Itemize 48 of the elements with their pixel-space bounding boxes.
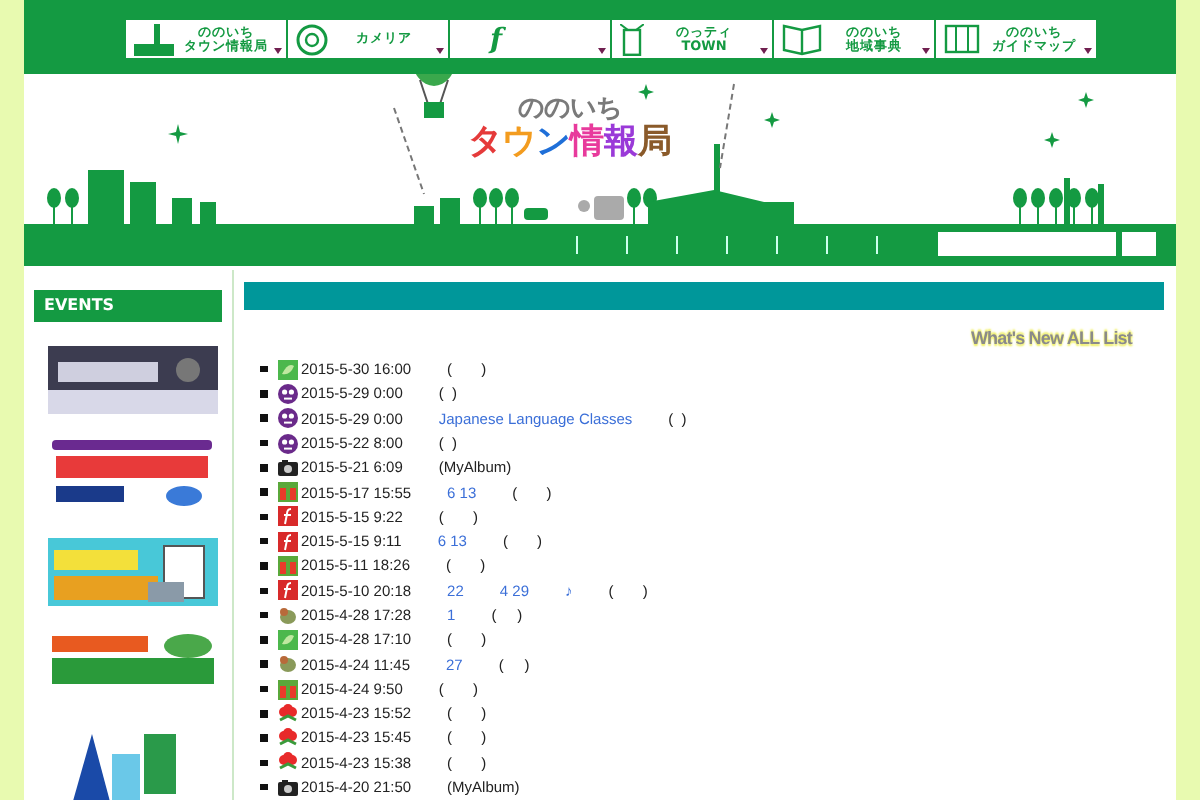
f-icon: [277, 506, 297, 527]
bird-icon: [277, 654, 297, 675]
camellia-icon: [277, 703, 297, 724]
bullet-icon: [260, 660, 267, 668]
dropdown-caret-icon: [922, 48, 930, 54]
bullet-icon: [260, 488, 267, 496]
dropdown-caret-icon: [436, 48, 444, 54]
bullet-icon: [260, 414, 267, 422]
bullet-icon: [260, 464, 267, 472]
bird-icon: [277, 605, 297, 626]
site-logo[interactable]: ののいち タ ウ ン情報局: [468, 94, 672, 160]
dropdown-caret-icon: [598, 48, 606, 54]
f-icon: [277, 580, 297, 601]
dropdown-caret-icon: [274, 48, 282, 54]
camera-icon: [277, 457, 297, 478]
bullet-icon: [260, 537, 267, 545]
bullet-icon: [260, 636, 267, 644]
bullet-icon: [260, 685, 267, 693]
bullet-icon: [260, 439, 267, 447]
bullet-icon: [260, 365, 267, 373]
bullet-icon: [260, 759, 267, 767]
dropdown-caret-icon: [760, 48, 768, 54]
bullet-icon: [260, 710, 267, 718]
dropdown-caret-icon: [1084, 48, 1092, 54]
bullet-icon: [260, 783, 267, 791]
nav-tab[interactable]: f: [450, 20, 610, 58]
book-icon: [782, 23, 822, 55]
leaf-icon: [277, 629, 297, 650]
whats-new-link[interactable]: What's New ALL List: [970, 326, 1132, 353]
camera-icon: [277, 777, 297, 798]
bullet-icon: [260, 611, 267, 619]
face-icon: [277, 433, 297, 454]
face-icon: [277, 408, 297, 429]
search-field[interactable]: [938, 232, 1116, 256]
flower-icon: [296, 23, 328, 55]
leaf-icon: [277, 359, 297, 380]
camellia-icon: [277, 752, 297, 773]
building-icon: [134, 23, 174, 55]
f-icon: [277, 531, 297, 552]
bullet-icon: [260, 390, 267, 398]
bullet-icon: [260, 587, 267, 595]
bullet-icon: [260, 562, 267, 570]
face-icon: [277, 383, 297, 404]
bullet-icon: [260, 513, 267, 521]
camellia-icon: [277, 728, 297, 749]
section-heading: EVENTS: [34, 290, 222, 322]
map-icon: [944, 24, 980, 54]
bullet-icon: [260, 734, 267, 742]
